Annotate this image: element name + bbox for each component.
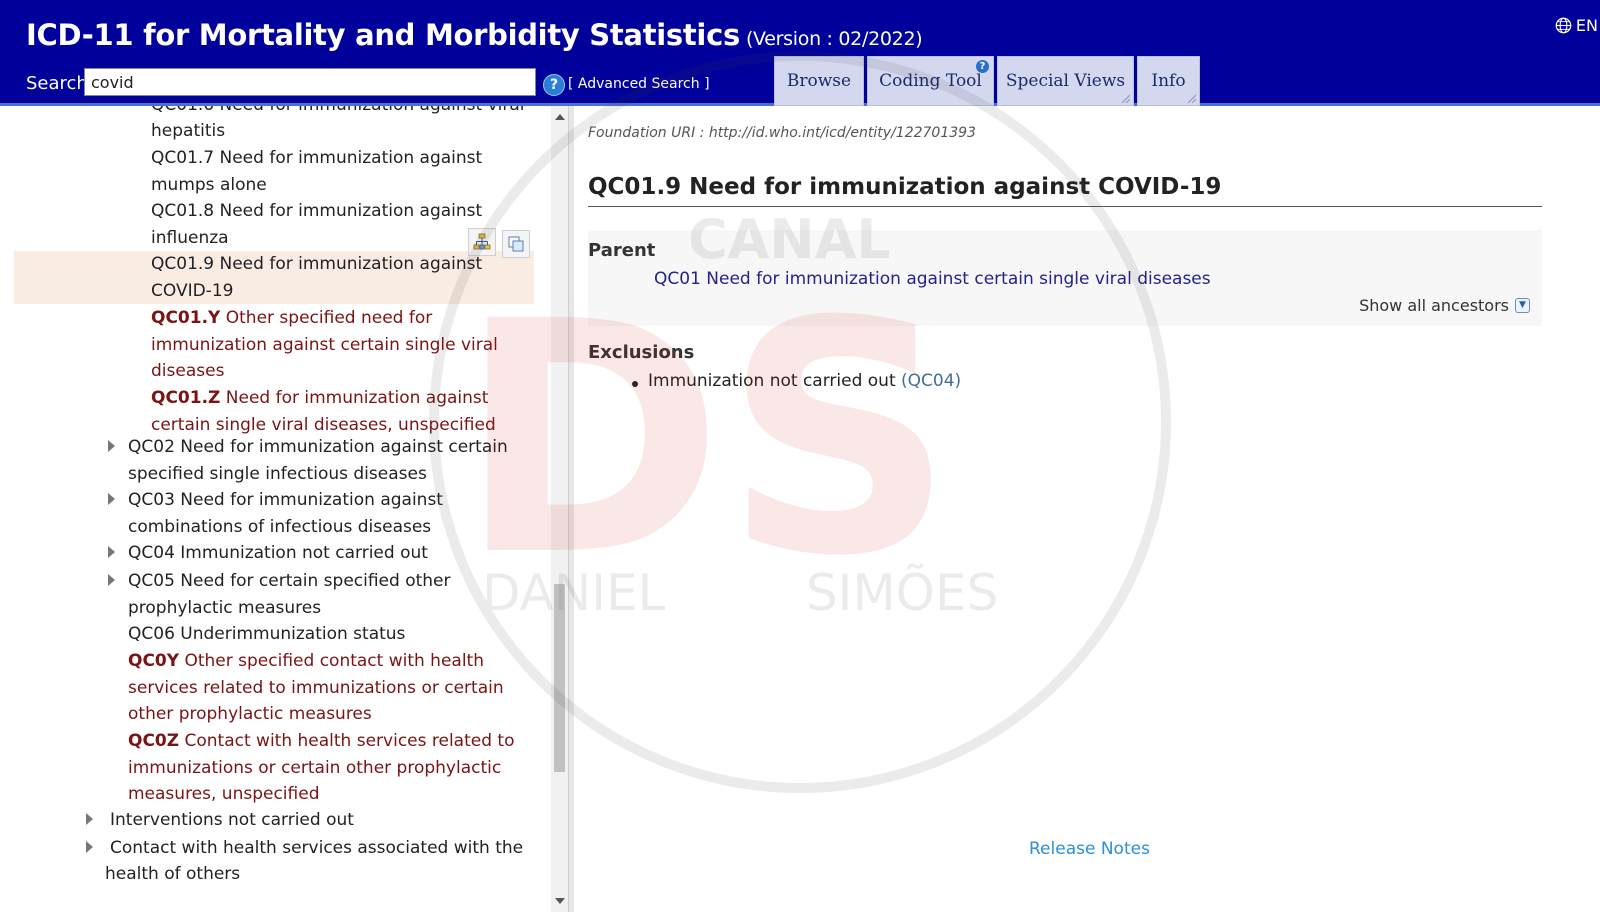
search-input[interactable] <box>84 68 536 96</box>
expand-triangle-icon[interactable] <box>108 493 115 505</box>
globe-icon <box>1555 17 1572 34</box>
search-help-button[interactable]: ? <box>543 74 565 96</box>
exclusion-item: Immunization not carried out (QC04) <box>632 371 961 391</box>
coding-tool-help-icon[interactable]: ? <box>976 60 989 73</box>
tree-node-qc05-cont[interactable]: prophylactic measures <box>128 595 321 622</box>
expand-triangle-icon[interactable] <box>108 546 115 558</box>
tree-node-qc01-8-cont[interactable]: influenza <box>151 225 229 252</box>
tree-node-qc02[interactable]: QC02 Need for immunization against certa… <box>128 434 508 461</box>
tree-node-qc01-y[interactable]: QC01.Y Other specified need for <box>151 305 432 332</box>
tree-node-qc06[interactable]: QC06 Underimmunization status <box>128 621 405 648</box>
tab-special-views[interactable]: Special Views <box>997 56 1134 106</box>
tree-scrollbar[interactable] <box>551 106 568 912</box>
tree-node-qc0z-cont2[interactable]: measures, unspecified <box>128 781 320 808</box>
resize-grip-icon <box>1187 94 1196 103</box>
tree-node-qc0y-cont[interactable]: services related to immunizations or cer… <box>128 675 504 702</box>
parent-link[interactable]: QC01 Need for immunization against certa… <box>654 269 1211 289</box>
expand-triangle-icon[interactable] <box>86 841 93 853</box>
entity-title: QC01.9 Need for immunization against COV… <box>588 174 1542 207</box>
tree-node-qc01-y-cont[interactable]: immunization against certain single vira… <box>151 332 498 359</box>
tree-node-qc01-y-cont2[interactable]: diseases <box>151 358 224 385</box>
main-tabs: Browse Coding Tool ? Special Views Info <box>774 56 1200 106</box>
tree-node-qc01-7[interactable]: QC01.7 Need for immunization against <box>151 145 482 172</box>
tab-browse-label: Browse <box>786 71 852 91</box>
show-all-ancestors-label: Show all ancestors <box>1359 296 1509 315</box>
search-label: Search <box>26 73 88 94</box>
entity-detail: Foundation URI : http://id.who.int/icd/e… <box>574 106 1600 912</box>
expand-triangle-icon[interactable] <box>108 574 115 586</box>
tree-node-qc05[interactable]: QC05 Need for certain specified other <box>128 568 451 595</box>
expand-triangle-icon[interactable] <box>86 813 93 825</box>
node-code: QC0Z <box>128 731 180 751</box>
tree-node-qc01-8[interactable]: QC01.8 Need for immunization against <box>151 198 482 225</box>
bullet-icon <box>632 381 638 387</box>
exclusions-label: Exclusions <box>588 342 695 363</box>
tree-node-qc03-cont[interactable]: combinations of infectious diseases <box>128 514 431 541</box>
tab-info[interactable]: Info <box>1137 56 1200 106</box>
tree-node-qc0z[interactable]: QC0Z Contact with health services relate… <box>128 728 515 755</box>
expand-triangle-icon[interactable] <box>108 440 115 452</box>
copy-button[interactable] <box>502 230 530 258</box>
node-code: QC01.Y <box>151 308 221 328</box>
tree-node-contact-health-others[interactable]: Contact with health services associated … <box>110 835 523 862</box>
node-text: Contact with health services related to <box>179 731 515 751</box>
tree-node-qc03[interactable]: QC03 Need for immunization against <box>128 487 443 514</box>
tree-node-interventions-not-carried-out[interactable]: Interventions not carried out <box>110 807 354 834</box>
classification-tree: QC01.6 Need for immunization against vir… <box>0 106 551 912</box>
tree-node-qc0y-cont2[interactable]: other prophylactic measures <box>128 701 372 728</box>
tab-coding-tool-label: Coding Tool <box>879 71 982 91</box>
node-text: Other specified contact with health <box>179 651 484 671</box>
tree-node-qc01-7-cont[interactable]: mumps alone <box>151 172 267 199</box>
node-text: Need for immunization against <box>220 388 489 408</box>
tree-node-qc02-cont[interactable]: specified single infectious diseases <box>128 461 427 488</box>
language-selector[interactable]: EN <box>1555 16 1598 35</box>
expand-down-icon: ▼ <box>1515 298 1530 313</box>
tree-node-qc01-z[interactable]: QC01.Z Need for immunization against <box>151 385 488 412</box>
parent-section: Parent QC01 Need for immunization agains… <box>588 230 1542 326</box>
tab-special-views-label: Special Views <box>1005 71 1126 91</box>
advanced-search-link[interactable]: [ Advanced Search ] <box>568 76 710 92</box>
tree-node-qc01-9[interactable]: QC01.9 Need for immunization against <box>151 251 482 278</box>
tree-node-qc01-6-cont[interactable]: hepatitis <box>151 118 225 145</box>
node-code: QC0Y <box>128 651 180 671</box>
node-text: Other specified need for <box>220 308 433 328</box>
hierarchy-icon <box>473 233 491 250</box>
parent-label: Parent <box>588 240 656 261</box>
exclusion-text: Immunization not carried out <box>648 371 902 391</box>
tree-node-contact-health-others-cont[interactable]: health of others <box>105 861 240 888</box>
copy-icon <box>508 236 524 252</box>
scrollbar-thumb[interactable] <box>554 584 565 772</box>
show-all-ancestors-button[interactable]: Show all ancestors ▼ <box>1359 296 1530 315</box>
tree-node-qc04[interactable]: QC04 Immunization not carried out <box>128 540 428 567</box>
language-label: EN <box>1575 16 1598 35</box>
tab-browse[interactable]: Browse <box>774 56 864 106</box>
app-version: (Version : 02/2022) <box>745 28 923 50</box>
node-code: QC01.Z <box>151 388 221 408</box>
tree-node-qc01-9-cont[interactable]: COVID-19 <box>151 278 233 305</box>
tab-coding-tool[interactable]: Coding Tool ? <box>867 56 994 106</box>
tab-info-label: Info <box>1151 71 1186 91</box>
scroll-down-arrow-icon[interactable] <box>555 898 565 904</box>
exclusion-code-link[interactable]: (QC04) <box>901 371 961 391</box>
resize-grip-icon <box>1121 94 1130 103</box>
scroll-up-arrow-icon[interactable] <box>555 114 565 120</box>
release-notes-link[interactable]: Release Notes <box>1029 839 1150 859</box>
app-header: ICD-11 for Mortality and Morbidity Stati… <box>0 0 1600 106</box>
tree-node-qc0y[interactable]: QC0Y Other specified contact with health <box>128 648 484 675</box>
tree-node-qc0z-cont[interactable]: immunizations or certain other prophylac… <box>128 755 501 782</box>
app-title: ICD-11 for Mortality and Morbidity Stati… <box>26 18 923 52</box>
foundation-uri: Foundation URI : http://id.who.int/icd/e… <box>588 125 976 141</box>
app-title-text: ICD-11 for Mortality and Morbidity Stati… <box>26 18 740 52</box>
hierarchy-view-button[interactable] <box>468 228 496 256</box>
